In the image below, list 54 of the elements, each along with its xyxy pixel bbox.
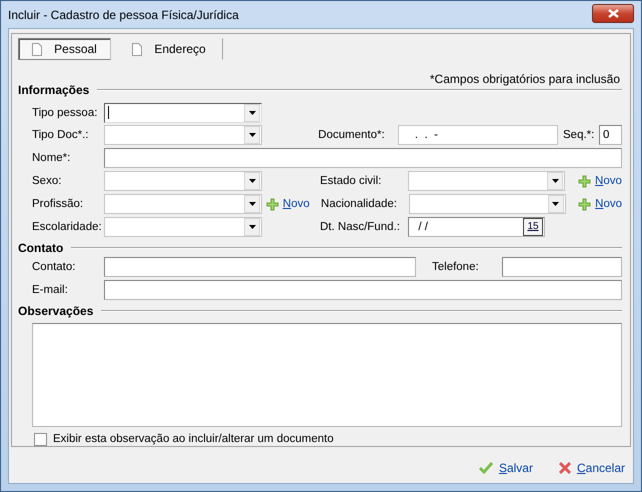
field-label: Nome*: [32, 152, 72, 164]
field-label: Documento*: [318, 129, 386, 142]
dropdown[interactable] [104, 102, 262, 123]
observations-field[interactable] [32, 322, 622, 427]
field-label: Tipo pessoa: [32, 106, 98, 119]
field-label: Sexo: [32, 175, 62, 188]
plus-icon [266, 198, 279, 211]
dropdown-arrow-icon [552, 202, 560, 206]
section-title: Observações [18, 304, 94, 318]
tab[interactable]: Pessoal [18, 38, 111, 60]
phone-field[interactable] [502, 257, 622, 278]
save-button[interactable]: Salvar [478, 461, 533, 475]
dropdown-arrow-icon [248, 202, 256, 206]
new-link[interactable]: Novo [578, 198, 622, 211]
section-title: Informações [18, 82, 90, 97]
field-label: Escolaridade: [32, 220, 103, 233]
plus-icon [578, 174, 591, 188]
field-label: E-mail: [32, 284, 69, 296]
calendar-button[interactable]: 15 [523, 218, 543, 236]
dropdown-arrow-icon [248, 110, 256, 115]
document-icon [32, 42, 42, 56]
close-icon [608, 9, 618, 18]
plus-icon [578, 198, 592, 211]
checkmark-icon [478, 462, 493, 474]
checkbox-label: Exibir esta observação ao incluir/alterar um documento [53, 433, 334, 446]
field-label: Seq.*: [563, 129, 596, 142]
email-field[interactable] [104, 280, 622, 300]
field-label: Profissão: [32, 198, 84, 210]
new-link[interactable]: Novo [266, 198, 310, 211]
dropdown-arrow-icon [552, 179, 558, 184]
document-field[interactable]: . . - [398, 125, 558, 146]
required-fields-note: *Campos obrigatórios para inclusão [430, 72, 620, 84]
field-label: Nacionalidade: [320, 198, 398, 210]
dropdown-arrow-icon [248, 133, 256, 138]
close-icon [558, 462, 571, 474]
tab[interactable]: Endereço [115, 38, 223, 60]
date-field[interactable]: / / 15 [408, 216, 545, 237]
window-title: Incluir - Cadastro de pessoa Física/Jurídica [8, 8, 239, 22]
name-field[interactable] [104, 148, 622, 168]
field-label: Estado civil: [320, 175, 382, 188]
new-link[interactable]: Novo [578, 174, 622, 188]
contact-field[interactable] [104, 257, 416, 278]
close-button[interactable] [592, 4, 634, 23]
dropdown-arrow-icon [248, 179, 256, 184]
field-label: Contato: [32, 261, 76, 274]
sequence-field[interactable]: 0 [599, 125, 622, 146]
field-label: Tipo Doc*.: [32, 129, 90, 142]
field-label: Telefone: [432, 261, 480, 274]
cancel-button[interactable]: Cancelar [558, 461, 625, 475]
section-title: Contato [18, 241, 64, 256]
checkbox[interactable] [34, 432, 47, 446]
document-icon [132, 42, 142, 56]
field-label: Dt. Nasc/Fund.: [320, 220, 401, 233]
dropdown-arrow-icon [248, 224, 256, 229]
